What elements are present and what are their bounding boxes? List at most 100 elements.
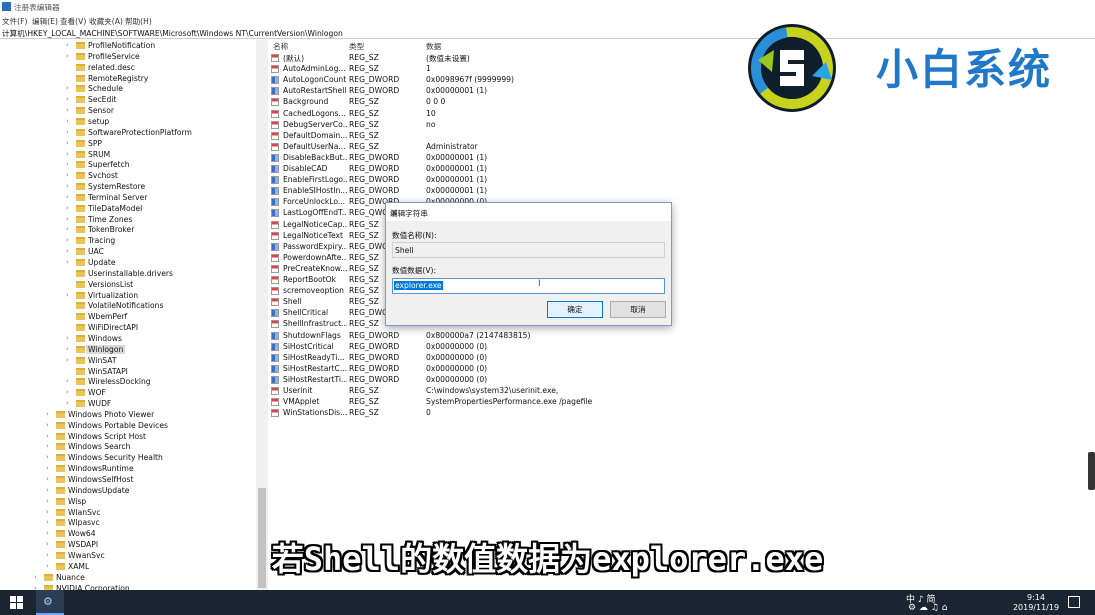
value-name: ReportBootOk: [283, 275, 337, 284]
value-row[interactable]: CachedLogons... REG_SZ 10: [269, 108, 769, 119]
menu-file[interactable]: 文件(F): [2, 16, 27, 27]
value-type: REG_DWORD: [349, 186, 400, 196]
column-header-type[interactable]: 类型: [349, 41, 364, 52]
string-value-icon: [271, 65, 279, 74]
menu-favorites[interactable]: 收藏夹(A): [89, 16, 123, 27]
tree-item-label: Wisp: [68, 496, 87, 506]
chevron-right-icon[interactable]: ›: [46, 518, 49, 526]
value-row[interactable]: AutoAdminLog... REG_SZ 1: [269, 63, 769, 74]
folder-icon: [76, 85, 85, 93]
value-row[interactable]: Userinit REG_SZ C:\windows\system32\userin…: [269, 385, 769, 396]
chevron-right-icon[interactable]: ›: [66, 117, 69, 125]
chevron-right-icon[interactable]: ›: [46, 475, 49, 483]
side-handle[interactable]: [1088, 452, 1095, 490]
value-name: SiHostCritical: [283, 341, 334, 351]
value-name: PreCreateKnow...: [283, 263, 347, 273]
chevron-right-icon[interactable]: ›: [66, 247, 69, 255]
chevron-right-icon[interactable]: ›: [66, 139, 69, 147]
value-name: PasswordExpiry...: [283, 241, 347, 251]
value-row[interactable]: DefaultUserNa... REG_SZ Administrator: [269, 141, 769, 152]
value-row[interactable]: EnableFirstLogo... REG_DWORD 0x00000001 (1…: [269, 174, 769, 185]
chevron-right-icon[interactable]: ›: [66, 356, 69, 364]
chevron-right-icon[interactable]: ›: [46, 497, 49, 505]
column-header-name[interactable]: 名称: [273, 41, 288, 52]
chevron-right-icon[interactable]: ›: [46, 508, 49, 516]
chevron-right-icon[interactable]: ›: [46, 486, 49, 494]
value-row[interactable]: SiHostReadyTi... REG_DWORD 0x00000000 (0): [269, 352, 769, 363]
folder-icon: [76, 269, 85, 277]
chevron-right-icon[interactable]: ›: [66, 182, 69, 190]
ok-button[interactable]: 确定: [547, 301, 603, 318]
clock-time[interactable]: 9:14: [1012, 593, 1060, 602]
value-data-input[interactable]: explorer.exe: [392, 278, 665, 294]
value-name: SiHostRestartTi...: [283, 374, 347, 384]
chevron-right-icon[interactable]: ›: [66, 334, 69, 342]
binary-value-icon: [271, 165, 279, 173]
chevron-right-icon[interactable]: ›: [66, 52, 69, 60]
value-data: C:\windows\system32\userinit.exe,: [426, 386, 559, 395]
text-cursor-icon: I: [538, 279, 541, 289]
chevron-right-icon[interactable]: ›: [46, 464, 49, 472]
value-row[interactable]: AutoRestartShell REG_DWORD 0x00000001 (1): [269, 85, 769, 96]
chevron-right-icon[interactable]: ›: [66, 345, 69, 353]
value-row[interactable]: DisableCAD REG_DWORD 0x00000001 (1): [269, 163, 769, 174]
chevron-right-icon[interactable]: ›: [66, 399, 69, 407]
chevron-right-icon[interactable]: ›: [66, 225, 69, 233]
value-row[interactable]: SiHostRestartTi... REG_DWORD 0x00000000 (0…: [269, 374, 769, 385]
chevron-right-icon[interactable]: ›: [66, 236, 69, 244]
chevron-right-icon[interactable]: ›: [46, 432, 49, 440]
value-row[interactable]: (默认) REG_SZ (数值未设置): [269, 52, 769, 63]
chevron-right-icon[interactable]: ›: [46, 410, 49, 418]
value-row[interactable]: SiHostCritical REG_DWORD 0x00000000 (0): [269, 341, 769, 352]
chevron-right-icon[interactable]: ›: [66, 215, 69, 223]
chevron-right-icon[interactable]: ›: [46, 442, 49, 450]
folder-icon: [56, 476, 65, 483]
chevron-right-icon[interactable]: ›: [66, 258, 69, 266]
menu-edit[interactable]: 编辑(E): [32, 16, 58, 27]
value-row[interactable]: WinStationsDis... REG_SZ 0: [269, 407, 769, 418]
chevron-right-icon[interactable]: ›: [66, 150, 69, 158]
chevron-right-icon[interactable]: ›: [66, 388, 69, 396]
value-name-text: Shell: [395, 246, 414, 255]
value-row[interactable]: DisableBackBut... REG_DWORD 0x00000001 (1): [269, 152, 769, 163]
close-icon[interactable]: ✕: [390, 208, 665, 219]
value-row[interactable]: VMApplet REG_SZ SystemPropertiesPerformanc…: [269, 396, 769, 407]
value-type: REG_DWORD: [349, 75, 400, 85]
chevron-right-icon[interactable]: ›: [66, 128, 69, 136]
column-header-data[interactable]: 数据: [426, 41, 441, 52]
chevron-right-icon[interactable]: ›: [66, 106, 69, 114]
menu-view[interactable]: 查看(V): [60, 16, 86, 27]
chevron-right-icon[interactable]: ›: [46, 453, 49, 461]
chevron-right-icon[interactable]: ›: [66, 41, 69, 49]
folder-icon: [76, 183, 85, 191]
clock-date[interactable]: 2019/11/19: [1012, 603, 1060, 612]
chevron-right-icon[interactable]: ›: [66, 95, 69, 103]
chevron-right-icon[interactable]: ›: [66, 377, 69, 385]
chevron-right-icon[interactable]: ›: [66, 291, 69, 299]
menu-help[interactable]: 帮助(H): [125, 16, 152, 27]
value-type: REG_DWORD: [349, 330, 400, 340]
chevron-right-icon[interactable]: ›: [66, 171, 69, 179]
taskbar-regedit-app[interactable]: ⚙: [36, 590, 64, 615]
chevron-right-icon[interactable]: ›: [66, 160, 69, 168]
value-row[interactable]: AutoLogonCount REG_DWORD 0x0098967f (99999…: [269, 74, 769, 85]
windows-start-icon[interactable]: [10, 596, 23, 609]
chevron-right-icon[interactable]: ›: [66, 84, 69, 92]
value-row[interactable]: EnableSIHostIn... REG_DWORD 0x00000001 (1): [269, 185, 769, 196]
tree-scrollbar[interactable]: [256, 40, 268, 590]
tree-item-label: SecEdit: [88, 95, 117, 105]
value-row[interactable]: DefaultDomain... REG_SZ: [269, 130, 769, 141]
value-row[interactable]: DebugServerCo... REG_SZ no: [269, 119, 769, 130]
value-data: 0x00000000 (0): [426, 341, 488, 351]
notification-icon[interactable]: [1068, 596, 1080, 608]
chevron-right-icon[interactable]: ›: [46, 421, 49, 429]
value-name: EnableSIHostIn...: [283, 186, 347, 196]
chevron-right-icon[interactable]: ›: [66, 204, 69, 212]
value-row[interactable]: ShutdownFlags REG_DWORD 0x800000a7 (214748…: [269, 330, 769, 341]
chevron-right-icon[interactable]: ›: [66, 193, 69, 201]
value-row[interactable]: SiHostRestartC... REG_DWORD 0x00000000 (0): [269, 363, 769, 374]
value-row[interactable]: Background REG_SZ 0 0 0: [269, 96, 769, 107]
tray-bottom-icons[interactable]: ⚙ ☁ ♫ ⌂: [908, 603, 947, 613]
value-data: no: [426, 119, 436, 129]
cancel-button[interactable]: 取消: [610, 301, 666, 318]
